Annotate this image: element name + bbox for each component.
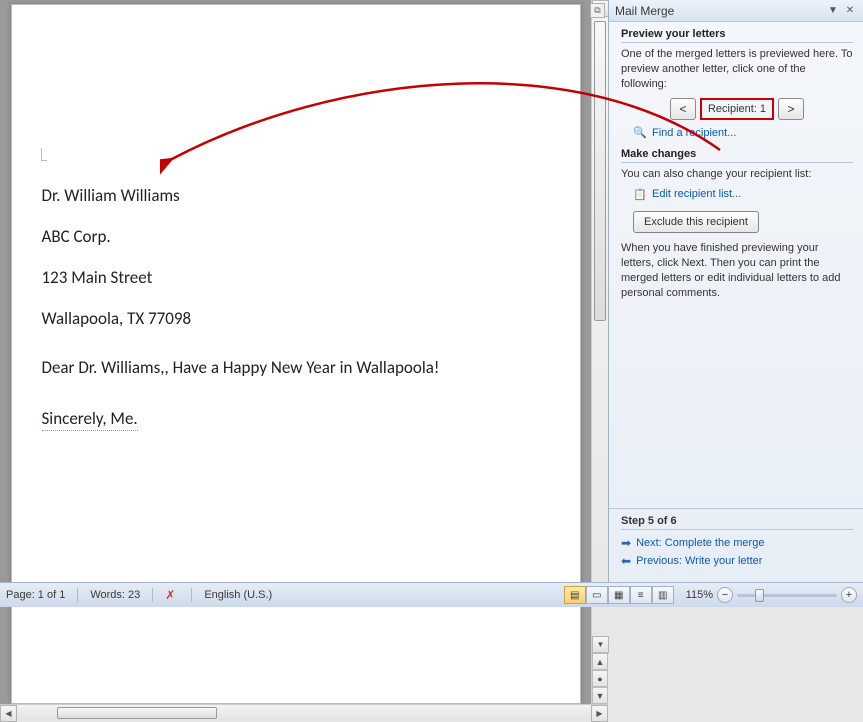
find-recipient-label: Find a recipient... [652, 127, 736, 139]
edit-list-icon: 📋 [633, 187, 647, 201]
doc-closing-line: Sincerely, Me. [42, 408, 138, 431]
draft-view-button[interactable]: ▥ [652, 586, 674, 604]
prev-step-link[interactable]: ⬅ Previous: Write your letter [621, 554, 853, 568]
doc-company-line: ABC Corp. [42, 226, 550, 247]
document-area: Dr. William Williams ABC Corp. 123 Main … [0, 0, 608, 582]
web-layout-view-button[interactable]: ▦ [608, 586, 630, 604]
next-step-label: Next: Complete the merge [636, 537, 764, 549]
arrow-right-icon: ➡ [621, 536, 631, 550]
search-icon: 🔍 [633, 126, 647, 140]
doc-name-line: Dr. William Williams [42, 185, 550, 206]
pane-close-button[interactable]: ✕ [843, 4, 857, 18]
prev-recipient-button[interactable]: < [670, 98, 696, 120]
zoom-controls: 115% − + [686, 587, 857, 603]
status-sep [191, 588, 192, 602]
proofing-errors-icon[interactable]: ✗ [165, 588, 175, 602]
status-page[interactable]: Page: 1 of 1 [6, 589, 65, 601]
find-recipient-link[interactable]: 🔍 Find a recipient... [633, 126, 853, 140]
pane-header: Mail Merge ▼ ✕ [609, 0, 863, 22]
arrow-left-icon: ⬅ [621, 554, 631, 568]
full-screen-reading-view-button[interactable]: ▭ [586, 586, 608, 604]
pane-title: Mail Merge [615, 4, 823, 18]
taskpane-toggle-icon[interactable]: ⧉ [590, 3, 605, 18]
next-step-link[interactable]: ➡ Next: Complete the merge [621, 536, 853, 550]
recipient-indicator: Recipient: 1 [700, 98, 774, 120]
next-recipient-button[interactable]: > [778, 98, 804, 120]
vscroll-thumb[interactable] [594, 21, 606, 321]
step-indicator: Step 5 of 6 [621, 515, 853, 530]
changes-text1: You can also change your recipient list: [621, 167, 853, 182]
scroll-right-button[interactable]: ▶ [591, 705, 608, 722]
print-layout-view-button[interactable]: ▤ [564, 586, 586, 604]
prev-page-button[interactable]: ▲ [592, 653, 608, 670]
changes-text2: When you have finished previewing your l… [621, 241, 853, 300]
status-words[interactable]: Words: 23 [90, 589, 140, 601]
pane-menu-button[interactable]: ▼ [826, 4, 840, 18]
outline-view-button[interactable]: ≡ [630, 586, 652, 604]
scroll-down-button[interactable]: ▼ [592, 636, 609, 653]
prev-step-label: Previous: Write your letter [636, 555, 762, 567]
tab-stop-marker [41, 148, 47, 161]
changes-heading: Make changes [621, 148, 853, 163]
status-language[interactable]: English (U.S.) [204, 589, 272, 601]
doc-city-line: Wallapoola, TX 77098 [42, 308, 550, 329]
preview-text: One of the merged letters is previewed h… [621, 47, 853, 92]
status-sep [152, 588, 153, 602]
browse-object-button[interactable]: ● [592, 670, 608, 687]
status-bar: Page: 1 of 1 Words: 23 ✗ English (U.S.) … [0, 582, 863, 607]
edit-recipient-list-link[interactable]: 📋 Edit recipient list... [633, 187, 853, 201]
edit-recipient-list-label: Edit recipient list... [652, 188, 741, 200]
exclude-recipient-button[interactable]: Exclude this recipient [633, 211, 759, 233]
mail-merge-pane: ⧉ Mail Merge ▼ ✕ Preview your letters On… [608, 0, 863, 582]
zoom-in-button[interactable]: + [841, 587, 857, 603]
doc-greeting-line: Dear Dr. Williams,, Have a Happy New Yea… [42, 357, 550, 378]
zoom-slider-thumb[interactable] [755, 589, 764, 602]
next-page-button[interactable]: ▼ [592, 687, 608, 704]
hscroll-thumb[interactable] [57, 707, 217, 719]
preview-heading: Preview your letters [621, 28, 853, 43]
doc-street-line: 123 Main Street [42, 267, 550, 288]
view-buttons: ▤ ▭ ▦ ≡ ▥ [564, 586, 674, 604]
zoom-out-button[interactable]: − [717, 587, 733, 603]
hscroll-track[interactable] [17, 705, 591, 721]
vscroll-track[interactable] [592, 17, 608, 636]
zoom-slider[interactable] [737, 594, 837, 597]
zoom-level[interactable]: 115% [686, 589, 713, 601]
scroll-left-button[interactable]: ◀ [0, 705, 17, 722]
status-sep [77, 588, 78, 602]
horizontal-scrollbar[interactable]: ◀ ▶ [0, 704, 608, 721]
